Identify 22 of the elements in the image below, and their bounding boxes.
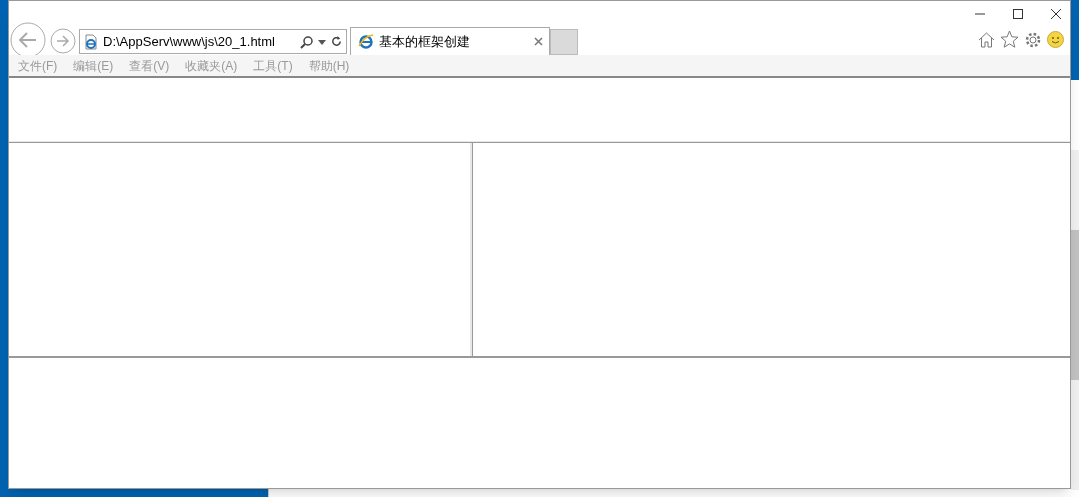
menu-item[interactable]: 帮助(H) [308,56,350,75]
page-icon [83,33,99,50]
search-icon[interactable] [300,34,314,49]
address-field[interactable]: D:\AppServ\www\js\20_1.html [79,29,347,54]
back-icon[interactable] [10,22,46,58]
menu-item[interactable]: 文件(F) [18,56,58,75]
refresh-icon[interactable] [330,35,343,48]
smiley-icon[interactable] [1047,31,1064,48]
browser-logo-icon [357,33,374,50]
browser-tab[interactable]: 基本的框架创建 [350,27,550,55]
menu-item[interactable]: 编辑(E) [73,56,114,75]
menu-item[interactable]: 查看(V) [129,56,170,75]
close-icon[interactable] [1050,8,1062,20]
address-text: D:\AppServ\www\js\20_1.html [103,32,276,51]
menu-item[interactable]: 收藏夹(A) [185,56,238,75]
dropdown-icon[interactable] [318,37,326,46]
home-icon[interactable] [978,31,995,48]
settings-icon[interactable] [1024,30,1042,49]
menu-item[interactable]: 工具(T) [253,56,293,75]
forward-icon[interactable] [50,28,76,54]
maximize-icon[interactable] [1012,8,1024,20]
star-icon[interactable] [1000,30,1019,49]
